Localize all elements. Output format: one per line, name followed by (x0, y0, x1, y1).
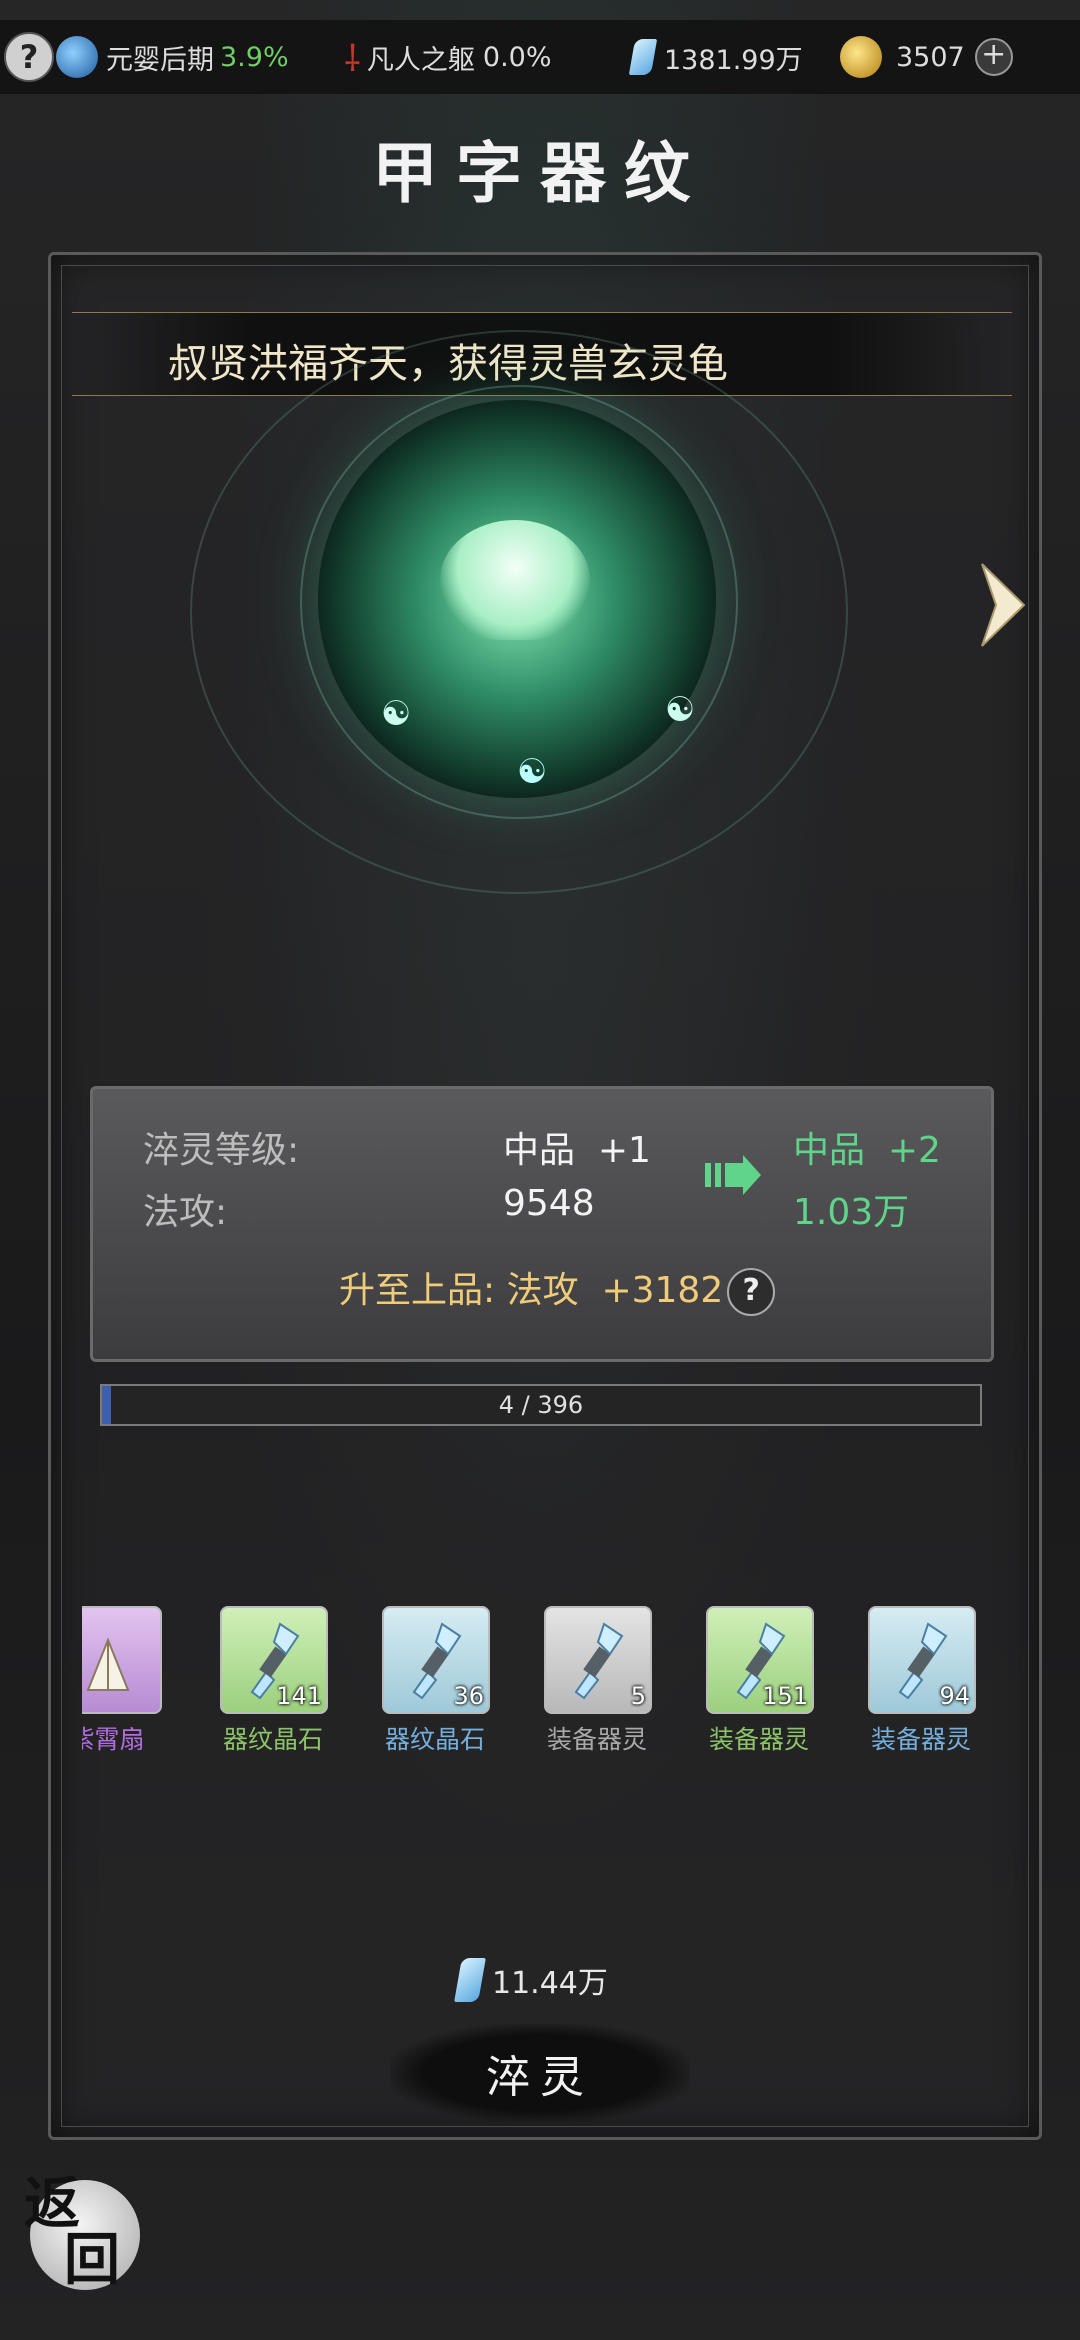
refine-level-current: 中品 +1 (503, 1130, 651, 1171)
yinyang-icon: ☯ (664, 690, 696, 730)
material-name: 装备器灵 (708, 1725, 809, 1754)
refine-level-next: 中品 +2 (793, 1130, 941, 1171)
spirit-stone-counter[interactable]: 1381.99万 (628, 20, 803, 94)
material-name: 器纹晶石 (222, 1725, 323, 1754)
material-tile[interactable]: 94 (868, 1606, 976, 1714)
help-button[interactable]: ? (4, 20, 54, 94)
progress-text: 4 / 396 (498, 1391, 584, 1419)
fan-icon (86, 1637, 130, 1691)
material-item[interactable]: 36 器纹晶石 (382, 1606, 492, 1756)
material-item[interactable]: 5 装备器灵 (544, 1606, 654, 1756)
material-count: 36 (453, 1682, 484, 1710)
material-name: 装备器灵 (870, 1725, 971, 1754)
material-count: 5 (630, 1682, 646, 1710)
material-tile[interactable]: 5 (544, 1606, 652, 1714)
upgrade-preview-text: 升至上品: 法攻 +3182 (339, 1270, 724, 1311)
refine-stats-box: 淬灵等级: 中品 +1 中品 +2 法攻: 9548 1.03万 升至上品: 法… (90, 1086, 994, 1362)
refine-cost-amount: 11.44万 (492, 1966, 608, 2001)
crystal-icon (574, 1622, 624, 1700)
body-percent: 0.0% (482, 41, 552, 73)
spirit-stone-amount: 1381.99万 (664, 44, 803, 76)
info-help-icon[interactable]: ? (727, 1268, 776, 1316)
cultivation-realm[interactable]: 元婴后期 3.9% (56, 20, 289, 94)
material-count: 151 (762, 1682, 808, 1710)
page-title: 甲字器纹 (372, 134, 708, 212)
add-gold-button[interactable]: + (974, 38, 1013, 76)
realm-percent: 3.9% (220, 41, 289, 73)
material-name: 器纹晶石 (384, 1725, 485, 1754)
refine-cost: 11.44万 (454, 1958, 608, 2002)
taiji-icon (56, 36, 98, 78)
attack-current: 9548 (503, 1183, 595, 1224)
material-tile[interactable] (82, 1606, 162, 1714)
body-label: 凡人之躯 (366, 44, 475, 76)
material-item[interactable]: 紫霄扇 (82, 1606, 164, 1756)
material-name: 紫霄扇 (82, 1725, 145, 1754)
back-label-char: 回 (64, 2227, 120, 2293)
gold-coin-icon (840, 36, 882, 78)
material-count: 141 (276, 1682, 322, 1710)
refine-button[interactable]: 淬灵 (390, 2024, 690, 2122)
resource-bar: ? 元婴后期 3.9% ⸸ 凡人之躯 0.0% 1381.99万 3507 + (0, 20, 1080, 94)
refine-progress-bar: 4 / 396 (100, 1384, 982, 1426)
upgrade-arrow-icon (705, 1155, 761, 1195)
material-tile[interactable]: 151 (706, 1606, 814, 1714)
question-icon: ? (4, 32, 54, 82)
spirit-beast-image (440, 520, 590, 640)
attack-next: 1.03万 (793, 1192, 910, 1233)
gold-counter[interactable]: 3507 + (840, 20, 1013, 94)
material-item[interactable]: 151 装备器灵 (706, 1606, 816, 1756)
realm-label: 元婴后期 (106, 44, 214, 76)
material-item[interactable]: 94 装备器灵 (868, 1606, 978, 1756)
material-item[interactable]: 141 器纹晶石 (220, 1606, 330, 1756)
material-count: 94 (939, 1682, 970, 1710)
yinyang-icon: ☯ (516, 752, 548, 792)
back-label-char: 返 (24, 2171, 80, 2237)
refine-button-label: 淬灵 (486, 2052, 594, 2103)
material-tile[interactable]: 141 (220, 1606, 328, 1714)
yinyang-icon: ☯ (380, 694, 412, 734)
sword-icon: ⸸ (344, 38, 361, 80)
next-arrow-icon[interactable] (978, 560, 1028, 650)
gold-amount: 3507 (896, 41, 965, 73)
refine-level-label: 淬灵等级: (143, 1130, 300, 1171)
back-button-label[interactable]: 返 回 (24, 2176, 134, 2288)
body-cultivation[interactable]: ⸸ 凡人之躯 0.0% (344, 20, 552, 94)
upgrade-preview: 升至上品: 法攻 +3182? (339, 1261, 776, 1316)
spirit-stone-icon (454, 1958, 486, 2002)
material-tile[interactable]: 36 (382, 1606, 490, 1714)
material-list[interactable]: 紫霄扇 141 器纹晶石 36 器纹晶石 (82, 1606, 1002, 1756)
material-name: 装备器灵 (546, 1725, 647, 1754)
attack-label: 法攻: (143, 1192, 228, 1233)
spirit-stone-icon (628, 39, 658, 75)
